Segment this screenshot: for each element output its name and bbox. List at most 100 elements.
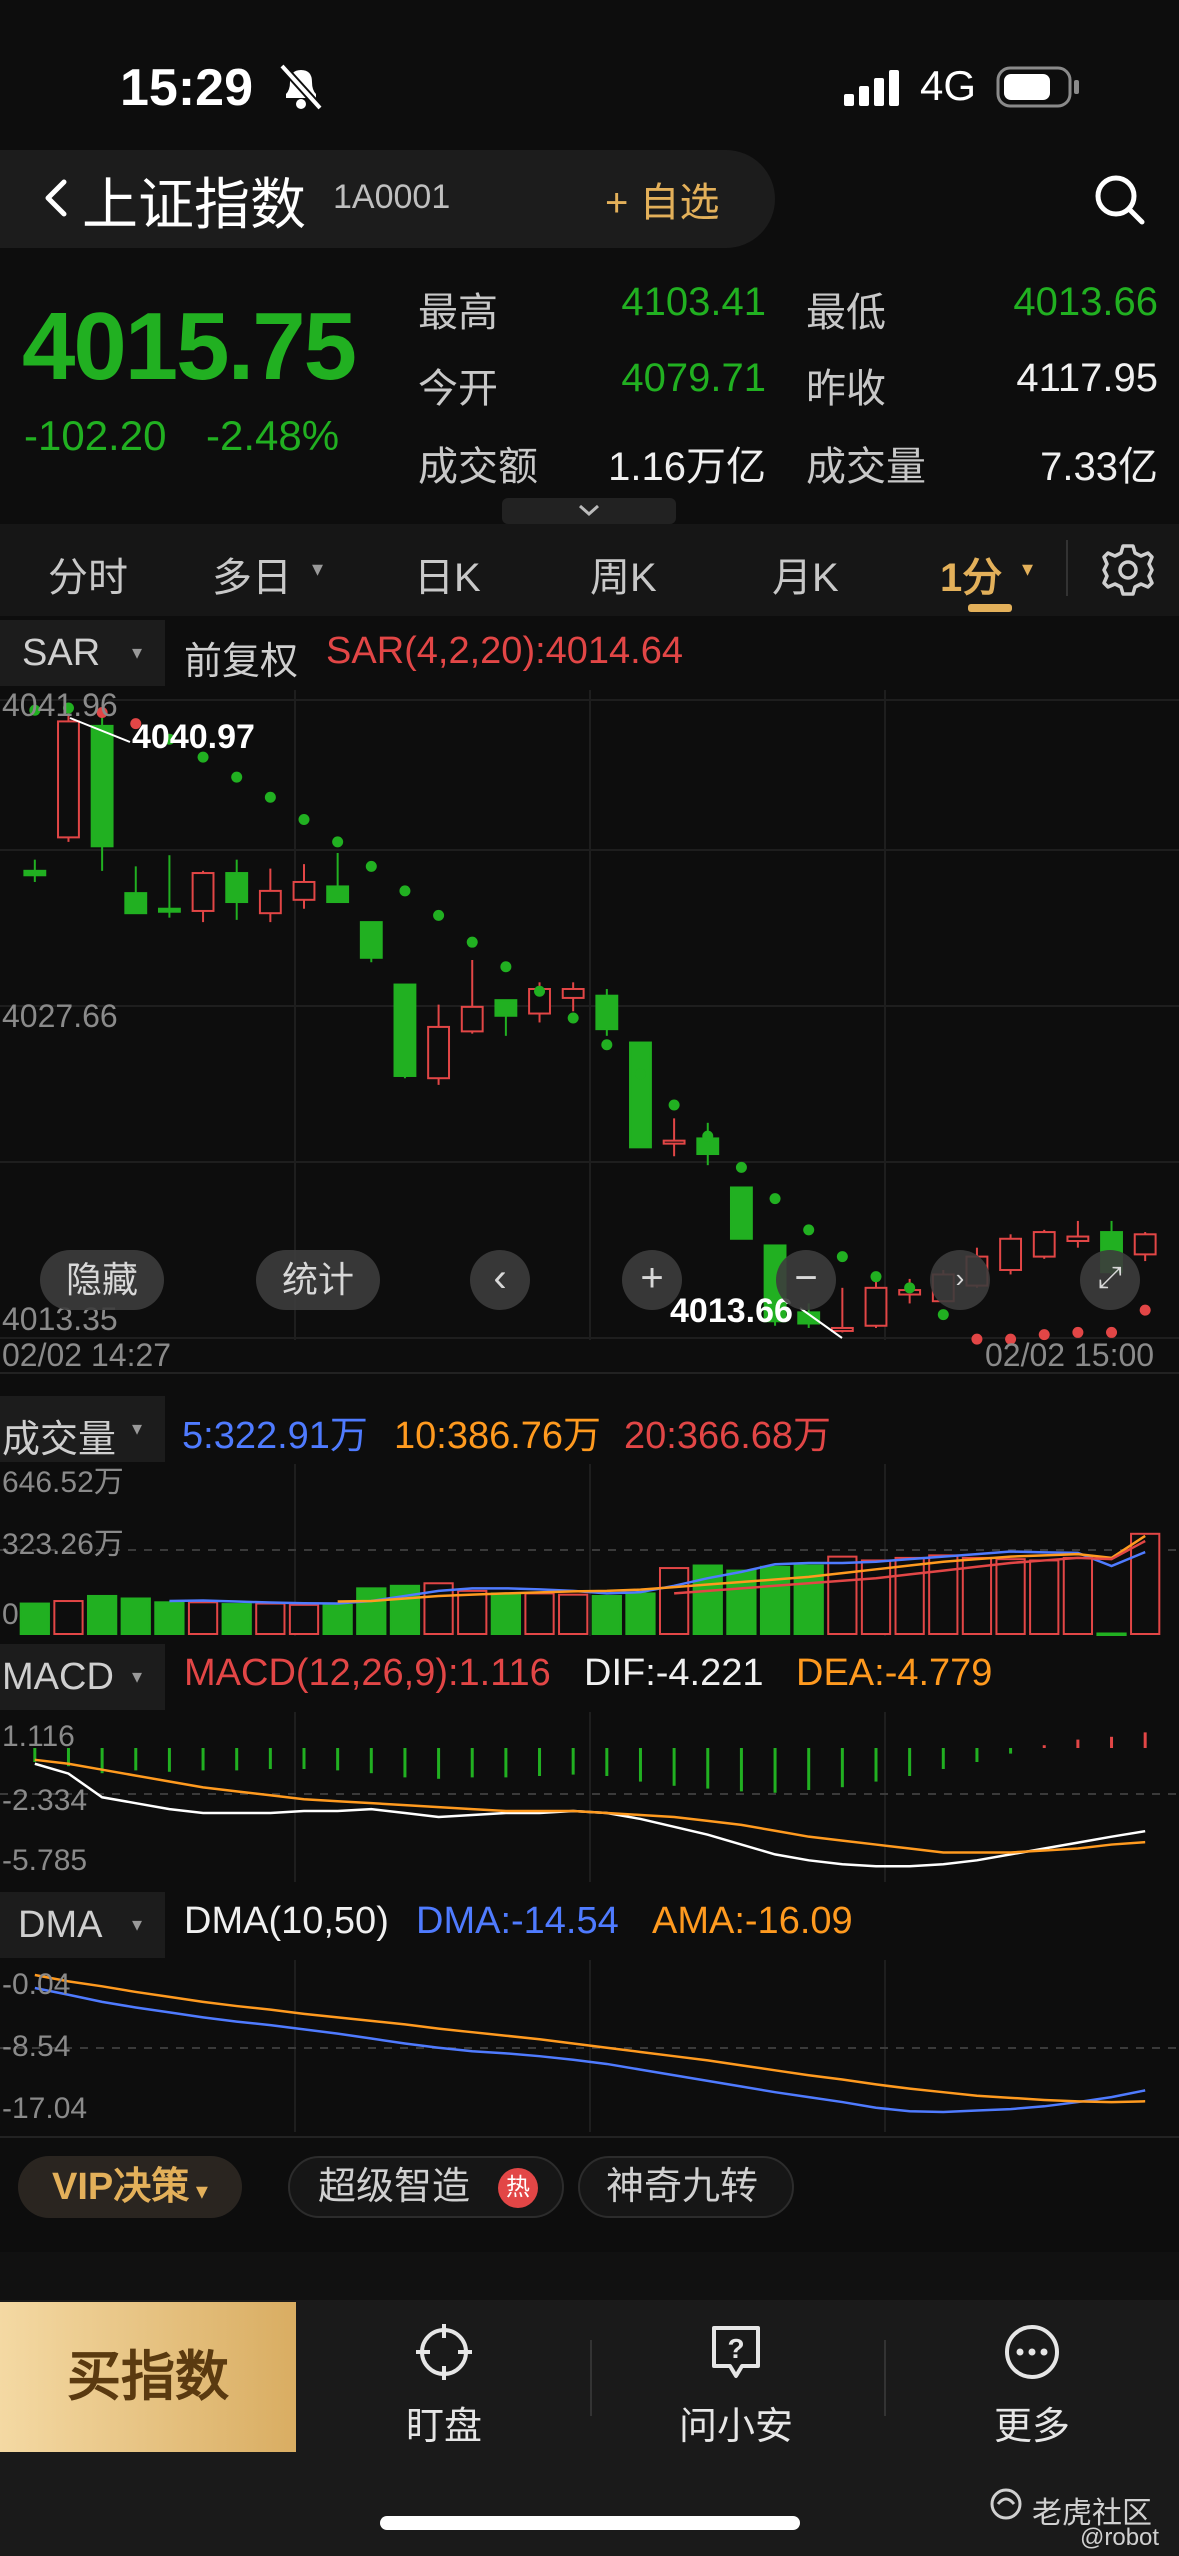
stat-value-high: 4103.41 (621, 280, 766, 324)
adjust-mode[interactable]: 前复权 (184, 630, 298, 685)
volume-bar (658, 1567, 690, 1635)
stats-button[interactable]: 统计 (256, 1250, 380, 1310)
candle-body (1032, 1231, 1056, 1258)
volume-bar (19, 1602, 50, 1635)
volume-bar (490, 1592, 522, 1636)
volume-axis-label-top: 646.52万 (2, 1466, 124, 1499)
candle-body (157, 907, 181, 913)
nav-watch-label: 盯盘 (405, 2406, 482, 2448)
back-icon[interactable] (28, 168, 88, 228)
hide-button[interactable]: 隐藏 (40, 1250, 164, 1310)
fullscreen-icon[interactable]: ⤢ (1080, 1250, 1140, 1310)
candle-body (629, 1041, 652, 1149)
expand-quote-handle[interactable] (502, 498, 676, 524)
volume-bar (356, 1587, 387, 1635)
change-amount: -102.20 (24, 412, 167, 459)
sar-dot (500, 961, 512, 973)
watermark-user: @robot (1080, 2524, 1160, 2551)
sar-dot (332, 836, 344, 848)
stat-label-low: 最低 (806, 291, 886, 335)
candle-body (494, 999, 518, 1017)
volume-bar (288, 1603, 320, 1635)
stat-label-volume: 成交量 (806, 445, 926, 489)
candle-body (460, 1005, 484, 1033)
divider (0, 1372, 1179, 1374)
divider (0, 2136, 1179, 2138)
indicator-select[interactable]: SAR ▾ (0, 620, 165, 686)
zoom-in-icon[interactable]: + (622, 1250, 682, 1310)
sar-dot (567, 1012, 579, 1024)
sar-dot (937, 1309, 949, 1321)
volume-bar (389, 1584, 421, 1636)
dma-chart: -0.04 -8.54 -17.04 (0, 1960, 1179, 2132)
dma-label: DMA (18, 1904, 103, 1946)
vip-label: VIP决策 (52, 2166, 190, 2208)
tab-weekly-k[interactable]: 周K (590, 545, 657, 603)
candle-body (292, 880, 316, 901)
tiger-logo-icon (990, 2488, 1022, 2520)
index-code: 1A0001 (333, 178, 451, 216)
content-peek (0, 2252, 1179, 2300)
macd-chart: 1.116 -2.334 -5.785 (0, 1712, 1179, 1882)
tab-daily-k[interactable]: 日K (414, 545, 481, 603)
candle-body (729, 1186, 753, 1240)
vip-decision-button[interactable]: VIP决策 ▾ (18, 2156, 242, 2218)
sar-dot (836, 1251, 848, 1263)
chevron-left-icon[interactable]: ‹ (470, 1250, 530, 1310)
candle-body (595, 994, 619, 1031)
tab-1min[interactable]: 1分 (940, 545, 1002, 603)
zoom-out-icon[interactable]: − (776, 1250, 836, 1310)
stat-label-high: 最高 (418, 291, 498, 335)
volume-indicator-select[interactable]: 成交量 ▾ (0, 1396, 165, 1462)
tab-monthly-k[interactable]: 月K (772, 545, 839, 603)
add-watchlist-button[interactable]: + 自选 (605, 170, 719, 228)
time-axis-start: 02/02 14:27 (2, 1337, 171, 1370)
volume-bar (558, 1593, 589, 1636)
candle-body (191, 872, 215, 912)
candle-body (326, 885, 350, 904)
volume-ma10: 10:386.76万 (394, 1415, 602, 1457)
caret-down-icon: ▾ (132, 1666, 143, 1688)
nav-watch[interactable]: 盯盘 (344, 2322, 544, 2450)
dma-params: DMA(10,50) (184, 1900, 389, 1942)
volume-bar (894, 1556, 925, 1635)
tab-multi-day[interactable]: 多日 (212, 545, 292, 603)
candle-body (864, 1286, 888, 1327)
chevron-right-icon[interactable]: › (930, 1250, 990, 1310)
sar-dot (702, 1130, 714, 1142)
sar-dot (971, 1333, 983, 1345)
sar-dot (365, 860, 377, 872)
volume-bar (928, 1554, 959, 1635)
nav-ask[interactable]: ? 问小安 (636, 2322, 836, 2450)
stat-label-prev-close: 昨收 (806, 367, 886, 411)
magic-nine-button[interactable]: 神奇九转 (578, 2156, 794, 2218)
volume-ma20: 20:366.68万 (624, 1415, 832, 1457)
stat-value-low: 4013.66 (1013, 280, 1158, 324)
volume-bar (187, 1601, 219, 1636)
gear-icon[interactable] (1100, 542, 1156, 598)
candle-body (359, 921, 383, 959)
candle-body (225, 872, 249, 904)
page-title: 上证指数 (82, 173, 306, 236)
battery-icon (996, 66, 1079, 108)
super-manufacture-button[interactable]: 超级智造 热 (288, 2156, 564, 2218)
volume-bar (1096, 1632, 1127, 1636)
caret-down-icon: ▾ (1022, 556, 1034, 581)
tab-intraday[interactable]: 分时 (48, 545, 128, 603)
caret-down-icon: ▾ (312, 556, 324, 581)
buy-index-button[interactable]: 买指数 (0, 2302, 296, 2452)
search-icon[interactable] (1090, 170, 1150, 230)
volume-bar (86, 1594, 118, 1635)
bell-muted-icon (279, 63, 323, 111)
indicator-select-value: SAR (22, 632, 101, 674)
sar-dot (1139, 1304, 1151, 1316)
macd-indicator-select[interactable]: MACD ▾ (0, 1644, 165, 1710)
more-dots-icon (1005, 2325, 1059, 2379)
price-chart[interactable]: 4041.96 4027.66 4013.35 4040.97 4013.66 … (0, 690, 1179, 1370)
volume-bar (759, 1565, 791, 1635)
sar-dot (735, 1161, 747, 1173)
nav-more[interactable]: 更多 (932, 2322, 1132, 2450)
candle-body (1066, 1235, 1090, 1242)
candle-body (258, 889, 282, 915)
dma-indicator-select[interactable]: DMA ▾ (0, 1892, 165, 1958)
